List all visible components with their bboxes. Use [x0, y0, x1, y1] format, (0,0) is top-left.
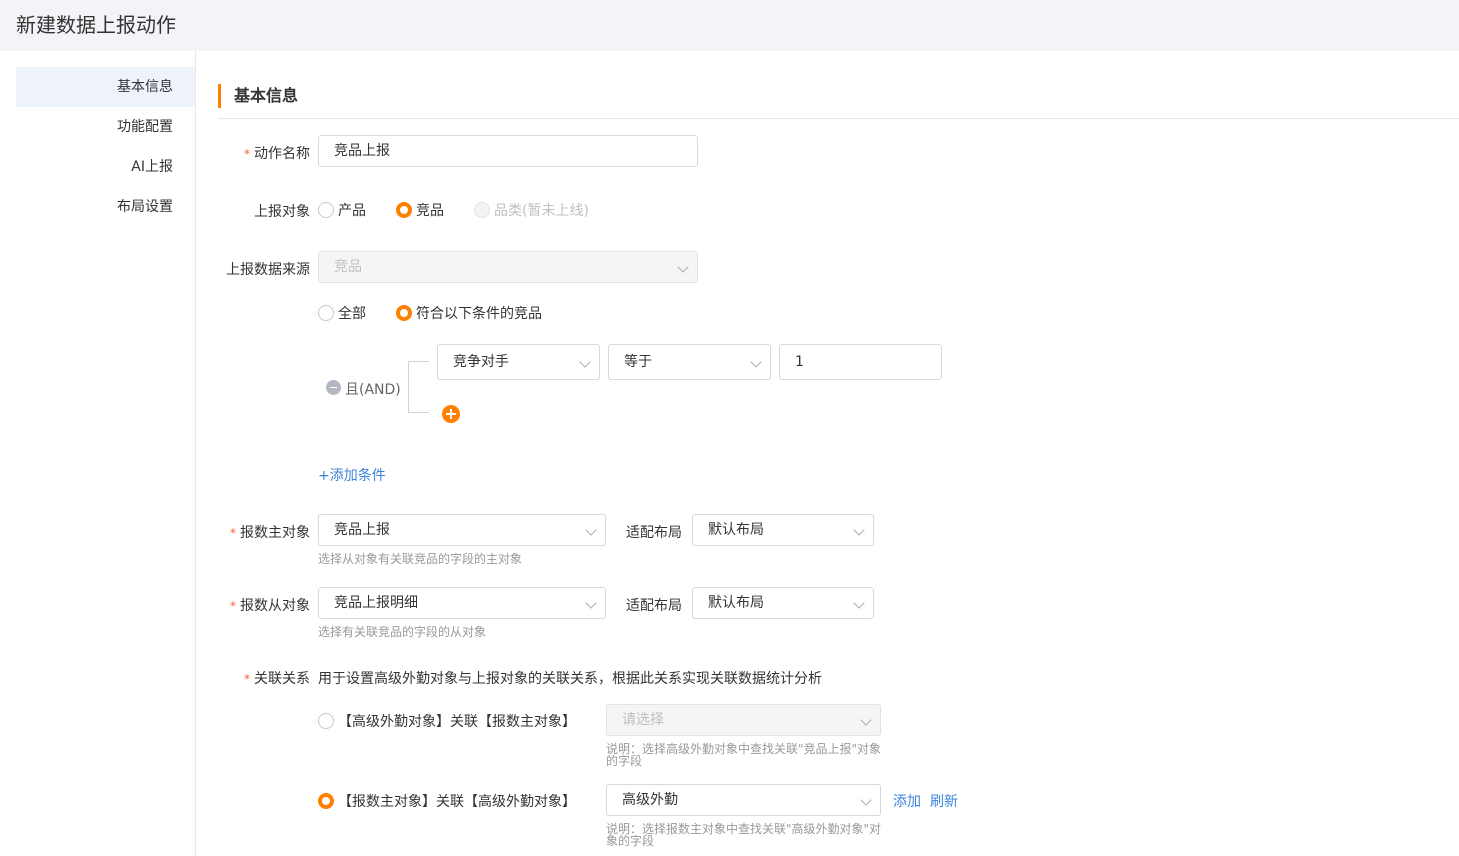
- main-layout-select[interactable]: 默认布局: [692, 514, 874, 546]
- main-layout-label: 适配布局: [626, 525, 682, 541]
- main-object-label: * 报数主对象: [230, 525, 310, 541]
- sub-object-label: * 报数从对象: [230, 598, 310, 614]
- refresh-link[interactable]: 刷新: [930, 791, 958, 811]
- chevron-down-icon: [853, 524, 865, 536]
- relation-option2-hint-line2: 象的字段: [606, 834, 655, 848]
- radio-relation-option2[interactable]: 【报数主对象】关联【高级外勤对象】: [318, 791, 576, 811]
- radio-category-disabled: 品类(暂未上线): [474, 200, 589, 220]
- remove-group-icon[interactable]: [326, 380, 341, 395]
- section-divider: [218, 118, 1459, 119]
- radio-circle: [396, 202, 412, 218]
- condition-operator-select[interactable]: 等于: [608, 344, 771, 380]
- logic-operator-label: 且(AND): [345, 382, 401, 398]
- action-name-input[interactable]: 竞品上报: [318, 135, 698, 167]
- section-title: 基本信息: [218, 84, 298, 108]
- relation-option2-select[interactable]: 高级外勤: [606, 784, 881, 816]
- chevron-down-icon: [750, 356, 762, 368]
- chevron-down-icon: [585, 524, 597, 536]
- radio-scope-all[interactable]: 全部: [318, 303, 366, 323]
- data-source-label: 上报数据来源: [226, 262, 310, 278]
- sidebar-item-layout-settings[interactable]: 布局设置: [16, 187, 195, 227]
- relation-option1-hint-line1: 说明：选择高级外勤对象中查找关联"竞品上报"对象: [606, 742, 882, 756]
- condition-value-input[interactable]: 1: [779, 344, 942, 380]
- chevron-down-icon: [853, 597, 865, 609]
- chevron-down-icon: [860, 714, 872, 726]
- condition-group-bracket: [408, 361, 429, 413]
- title-bar: 新建数据上报动作: [0, 0, 1459, 51]
- radio-circle: [396, 305, 412, 321]
- sidebar-item-function-config[interactable]: 功能配置: [16, 107, 195, 147]
- sidebar-nav: 基本信息 功能配置 AI上报 布局设置: [0, 51, 196, 856]
- radio-relation-option1[interactable]: 【高级外勤对象】关联【报数主对象】: [318, 711, 576, 731]
- relation-option1-hint-line2: 的字段: [606, 754, 643, 768]
- page-title: 新建数据上报动作: [16, 13, 176, 37]
- condition-field-select[interactable]: 竞争对手: [437, 344, 600, 380]
- chevron-down-icon: [677, 261, 689, 273]
- chevron-down-icon: [860, 794, 872, 806]
- radio-competitor[interactable]: 竞品: [396, 200, 444, 220]
- radio-circle: [318, 202, 334, 218]
- sub-object-select[interactable]: 竞品上报明细: [318, 587, 606, 619]
- sub-layout-select[interactable]: 默认布局: [692, 587, 874, 619]
- sub-layout-label: 适配布局: [626, 598, 682, 614]
- radio-circle: [318, 793, 334, 809]
- sidebar-item-ai-report[interactable]: AI上报: [16, 147, 195, 187]
- action-name-label: * 动作名称: [244, 146, 310, 162]
- radio-scope-conditional[interactable]: 符合以下条件的竞品: [396, 303, 542, 323]
- radio-product[interactable]: 产品: [318, 200, 366, 220]
- main-object-hint: 选择从对象有关联竞品的字段的主对象: [318, 552, 523, 566]
- radio-circle: [318, 305, 334, 321]
- sub-object-hint: 选择有关联竞品的字段的从对象: [318, 625, 487, 639]
- radio-circle: [474, 202, 490, 218]
- add-sub-condition-icon[interactable]: [442, 405, 460, 423]
- add-link[interactable]: 添加: [893, 791, 921, 811]
- relation-label: * 关联关系: [244, 671, 310, 687]
- chevron-down-icon: [585, 597, 597, 609]
- radio-circle: [318, 713, 334, 729]
- chevron-down-icon: [579, 356, 591, 368]
- add-condition-link[interactable]: +添加条件: [318, 465, 386, 485]
- sidebar-item-basic-info[interactable]: 基本信息: [16, 67, 195, 107]
- relation-description: 用于设置高级外勤对象与上报对象的关联关系，根据此关系实现关联数据统计分析: [318, 671, 822, 687]
- report-object-label: 上报对象: [254, 204, 310, 220]
- main-object-select[interactable]: 竞品上报: [318, 514, 606, 546]
- relation-option1-select: 请选择: [606, 704, 881, 736]
- data-source-select: 竞品: [318, 251, 698, 283]
